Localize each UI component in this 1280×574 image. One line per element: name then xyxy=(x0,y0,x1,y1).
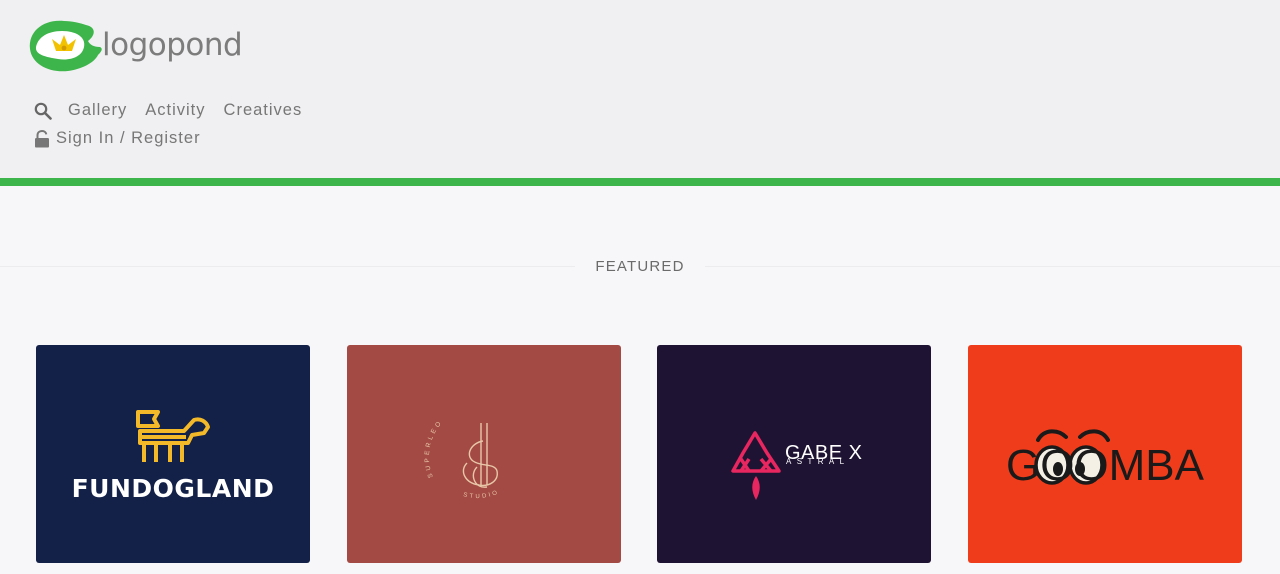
featured-card-goomba[interactable]: GOOMBA xyxy=(968,345,1242,563)
featured-heading: FEATURED xyxy=(0,258,1280,275)
nav-creatives-link[interactable]: Creatives xyxy=(224,101,303,120)
featured-title: FEATURED xyxy=(575,258,705,275)
featured-card-fundogland[interactable]: FUNDOGLAND xyxy=(36,345,310,563)
featured-card-gabe-x-astral[interactable]: GABE X ASTRAL xyxy=(657,345,931,563)
site-header: logopond Gallery Activity Creatives Sign… xyxy=(0,0,1280,178)
logopond-lily-icon xyxy=(29,20,102,72)
goomba-wordmark: GOOMBA xyxy=(1005,441,1205,490)
main-nav: Gallery Activity Creatives xyxy=(34,101,320,120)
astral-subtitle: ASTRAL xyxy=(786,457,850,466)
header-accent-bar xyxy=(0,178,1280,186)
fundogland-wordmark: FUNDOGLAND xyxy=(71,474,275,503)
nav-gallery-link[interactable]: Gallery xyxy=(68,101,127,120)
sign-in-register-link[interactable]: Sign In / Register xyxy=(56,129,201,148)
logo-text: logopond xyxy=(102,27,243,63)
lock-icon xyxy=(35,129,49,147)
featured-card-superleo[interactable]: SUPERLEO STUDIO xyxy=(347,345,621,563)
site-logo[interactable]: logopond xyxy=(24,16,243,76)
account-nav: Sign In / Register xyxy=(34,129,201,148)
fundogland-logo-icon xyxy=(36,345,310,563)
nav-activity-link[interactable]: Activity xyxy=(145,101,205,120)
superleo-logo-icon: SUPERLEO STUDIO xyxy=(347,345,621,563)
search-icon[interactable] xyxy=(34,102,52,120)
